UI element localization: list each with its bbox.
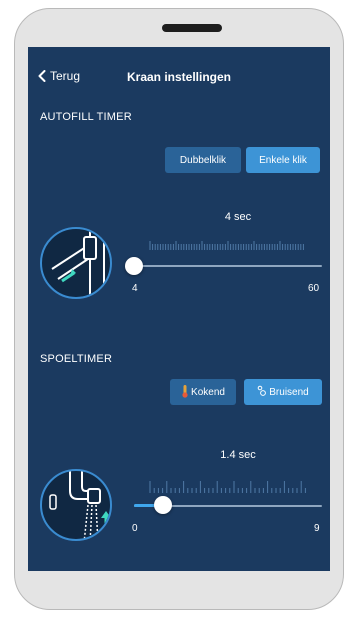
autofill-min-label: 4 bbox=[132, 283, 138, 294]
spoeltimer-tick-marks bbox=[149, 481, 306, 493]
bubbles-icon bbox=[257, 385, 267, 400]
top-bar: Terug Kraan instellingen bbox=[28, 47, 330, 105]
speaker-grille bbox=[162, 24, 222, 32]
autofill-section-title: AUTOFILL TIMER bbox=[40, 111, 132, 123]
mode-bruisend-label: Bruisend bbox=[269, 386, 309, 398]
mode-enkele-klik-button[interactable]: Enkele klik bbox=[246, 147, 320, 173]
app-screen: Terug Kraan instellingen AUTOFILL TIMER … bbox=[28, 47, 330, 571]
thermometer-icon bbox=[181, 384, 189, 401]
mode-kokend-label: Kokend bbox=[191, 386, 225, 398]
mode-enkele-klik-label: Enkele klik bbox=[259, 154, 307, 166]
spoeltimer-min-label: 0 bbox=[132, 523, 138, 534]
spoeltimer-value-readout: 1.4 sec bbox=[220, 449, 256, 461]
page-title: Kraan instellingen bbox=[126, 70, 232, 84]
autofill-max-label: 60 bbox=[308, 283, 320, 294]
spoeltimer-slider-knob[interactable] bbox=[154, 496, 173, 514]
mode-kokend-button[interactable]: Kokend bbox=[170, 379, 236, 405]
autofill-slider-track[interactable] bbox=[134, 265, 322, 267]
mode-dubbelklik-button[interactable]: Dubbelklik bbox=[165, 147, 241, 173]
autofill-value-readout: 4 sec bbox=[224, 211, 252, 223]
autofill-tick-marks bbox=[149, 241, 304, 250]
mode-dubbelklik-label: Dubbelklik bbox=[179, 154, 227, 166]
mode-bruisend-button[interactable]: Bruisend bbox=[244, 379, 322, 405]
tap-flush-icon bbox=[40, 469, 112, 541]
spoeltimer-section-title: SPOELTIMER bbox=[40, 353, 113, 365]
spoeltimer-max-label: 9 bbox=[314, 523, 320, 534]
autofill-slider-knob[interactable] bbox=[125, 257, 143, 275]
tap-lever-press-icon bbox=[40, 227, 112, 299]
